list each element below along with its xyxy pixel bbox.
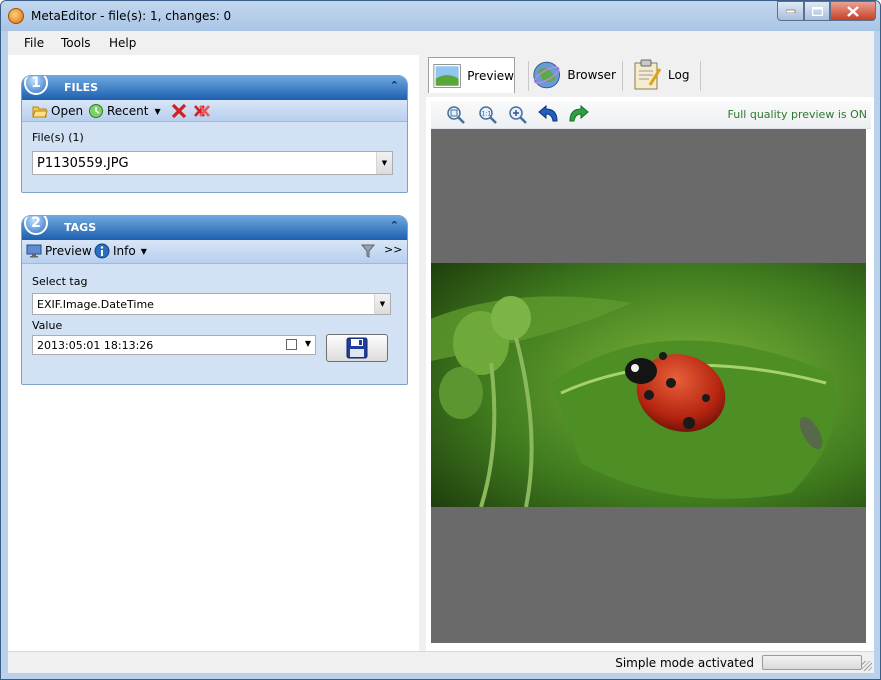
recent-button[interactable]: Recent ▼ — [88, 103, 161, 119]
landscape-icon — [433, 63, 461, 88]
svg-text:1:1: 1:1 — [482, 111, 492, 118]
chevron-down-icon[interactable]: ▼ — [374, 294, 390, 314]
info-button[interactable]: Info ▼ — [94, 243, 147, 259]
view-tabs: Preview Browser Log — [426, 55, 874, 97]
tag-select[interactable]: EXIF.Image.DateTime ▼ — [32, 293, 391, 315]
minimize-button[interactable] — [777, 1, 804, 21]
ladybug-photo — [431, 263, 866, 507]
maximize-icon — [811, 6, 823, 16]
files-panel-title: FILES — [64, 81, 99, 94]
file-select[interactable]: P1130559.JPG ▼ — [32, 151, 393, 175]
tags-panel-title: TAGS — [64, 221, 97, 234]
zoom-fit-icon[interactable] — [446, 105, 466, 125]
tab-preview[interactable]: Preview — [428, 57, 515, 93]
chevron-down-icon[interactable]: ▼ — [305, 339, 311, 348]
selected-file: P1130559.JPG — [37, 156, 129, 171]
chevron-down-icon[interactable]: ▼ — [376, 152, 392, 174]
files-toolbar: Open Recent ▼ — [22, 100, 407, 122]
tab-log[interactable]: Log — [632, 57, 696, 93]
recent-icon — [89, 104, 103, 118]
rotate-right-icon[interactable] — [566, 105, 590, 125]
preview-quality-status: Full quality preview is ON — [727, 108, 867, 121]
info-label: Info — [113, 244, 136, 258]
remove-all-button[interactable] — [194, 103, 213, 119]
selected-tag: EXIF.Image.DateTime — [37, 298, 154, 311]
title-bar[interactable]: MetaEditor - file(s): 1, changes: 0 — [1, 1, 880, 31]
left-pane: 1 FILES ⌃ Open Recent ▼ File(s) (1) P113… — [8, 55, 419, 651]
tag-preview-button[interactable]: Preview — [26, 243, 92, 259]
monitor-icon — [26, 244, 42, 258]
close-button[interactable] — [830, 1, 876, 21]
rotate-left-icon[interactable] — [537, 105, 561, 125]
tab-browser-label: Browser — [567, 68, 616, 82]
delete-icon — [171, 103, 187, 119]
zoom-in-icon[interactable] — [508, 105, 528, 125]
remove-file-button[interactable] — [171, 103, 190, 119]
tab-browser[interactable]: Browser — [532, 57, 616, 93]
preview-toolbar: 1:1 Full quality preview is ON — [431, 101, 871, 129]
select-tag-label: Select tag — [32, 275, 88, 288]
open-button[interactable]: Open — [32, 103, 83, 119]
chevron-down-icon: ▼ — [140, 246, 147, 256]
files-panel: 1 FILES ⌃ Open Recent ▼ File(s) (1) P113… — [21, 75, 408, 193]
preview-viewer[interactable] — [431, 129, 866, 643]
clipboard-icon — [634, 59, 662, 90]
preview-image — [431, 263, 866, 507]
right-pane: Preview Browser Log 1:1 Full quality pre… — [426, 55, 874, 651]
recent-label: Recent — [107, 104, 149, 118]
app-window: MetaEditor - file(s): 1, changes: 0 File… — [0, 0, 881, 680]
tags-panel: 2 TAGS ⌃ Preview Info ▼ >> Select tag EX… — [21, 215, 408, 385]
save-button[interactable] — [326, 334, 388, 362]
globe-icon — [533, 61, 560, 89]
menu-tools[interactable]: Tools — [61, 36, 91, 50]
value-text: 2013:05:01 18:13:26 — [37, 339, 154, 352]
zoom-actual-icon[interactable]: 1:1 — [478, 105, 498, 125]
value-label: Value — [32, 319, 63, 332]
delete-all-icon — [194, 105, 210, 117]
info-icon — [94, 243, 110, 259]
open-label: Open — [51, 104, 84, 118]
status-progress-bar — [762, 655, 862, 670]
more-button[interactable]: >> — [384, 243, 402, 256]
filter-button[interactable] — [360, 243, 379, 259]
value-input[interactable]: 2013:05:01 18:13:26 ▼ — [32, 335, 316, 355]
close-icon — [847, 5, 859, 17]
menu-help[interactable]: Help — [109, 36, 136, 50]
files-panel-header[interactable]: 1 FILES ⌃ — [22, 76, 407, 100]
tags-panel-header[interactable]: 2 TAGS ⌃ — [22, 216, 407, 240]
tags-panel-number: 2 — [24, 216, 48, 235]
collapse-icon[interactable]: ⌃ — [390, 79, 399, 92]
tag-preview-label: Preview — [45, 244, 92, 258]
tags-panel-body: Select tag EXIF.Image.DateTime ▼ Value 2… — [22, 264, 407, 384]
files-label: File(s) (1) — [32, 131, 84, 144]
floppy-disk-icon — [346, 337, 368, 359]
tags-toolbar: Preview Info ▼ >> — [22, 240, 407, 264]
files-panel-number: 1 — [24, 76, 48, 95]
menu-bar: File Tools Help — [8, 31, 874, 55]
maximize-button[interactable] — [804, 1, 830, 21]
tab-log-label: Log — [668, 68, 690, 82]
menu-file[interactable]: File — [24, 36, 44, 50]
collapse-icon[interactable]: ⌃ — [390, 219, 399, 232]
status-bar: Simple mode activated — [8, 651, 874, 673]
app-icon — [8, 8, 24, 24]
minimize-icon — [785, 9, 795, 13]
status-text: Simple mode activated — [615, 656, 754, 670]
folder-open-icon — [32, 106, 48, 118]
tab-preview-label: Preview — [467, 68, 514, 83]
window-title: MetaEditor - file(s): 1, changes: 0 — [31, 9, 232, 23]
filter-icon — [360, 244, 376, 258]
calendar-icon[interactable] — [286, 339, 297, 350]
chevron-down-icon: ▼ — [154, 106, 161, 116]
files-panel-body: File(s) (1) P1130559.JPG ▼ — [22, 122, 407, 192]
resize-grip-icon[interactable] — [862, 661, 872, 671]
